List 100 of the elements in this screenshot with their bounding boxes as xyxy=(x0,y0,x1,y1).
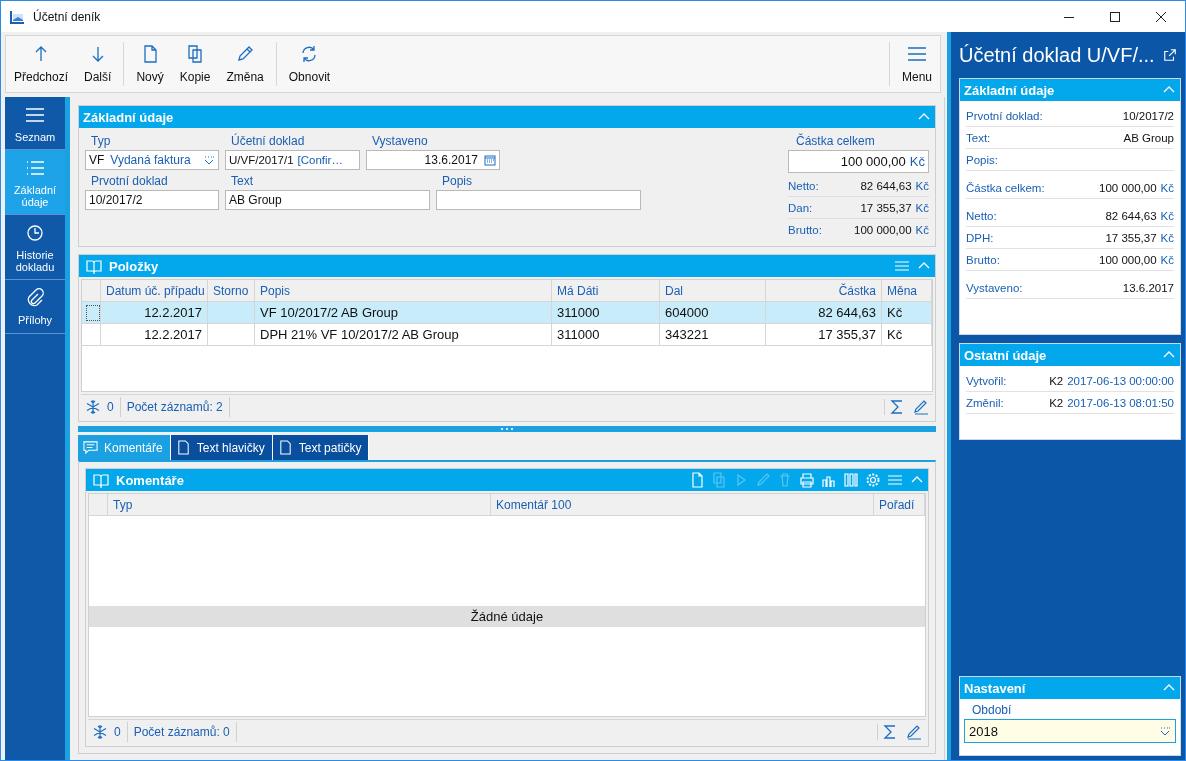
summary-value: 100 000,00 xyxy=(854,223,912,236)
column-header[interactable]: Popis xyxy=(254,280,552,302)
column-header[interactable]: Částka xyxy=(765,280,882,302)
list-icon xyxy=(25,105,45,125)
period-dropdown[interactable]: 2018 xyxy=(964,719,1176,743)
input-field[interactable]: VF Vydaná faktura xyxy=(85,150,219,170)
toolbar-button[interactable]: Kopie xyxy=(171,36,219,92)
user-name: K2 xyxy=(1049,396,1064,409)
column-header[interactable]: Má Dáti xyxy=(551,280,660,302)
input-field[interactable]: 13.6.2017 xyxy=(366,150,500,170)
info-label: Částka celkem: xyxy=(966,181,1045,194)
column-header[interactable]: Komentář 100 xyxy=(490,494,874,516)
field-label: Prvotní doklad xyxy=(90,174,169,189)
table-cell: 12.2.2017 xyxy=(144,327,202,342)
field-label: Účetní doklad xyxy=(230,134,306,149)
currency-label: Kč xyxy=(915,201,929,214)
field-label: Typ xyxy=(90,134,112,149)
currency-label: Kč xyxy=(915,179,929,192)
table-cell: 17 355,37 xyxy=(818,327,876,342)
table-row[interactable]: 12.2.2017 VF 10/2017/2 AB Group 311000 604000 82 644,63 Kč xyxy=(82,301,932,324)
clip-icon xyxy=(25,288,45,309)
table-cell: 604000 xyxy=(665,305,709,320)
record-count: Počet záznamů: 0 xyxy=(127,722,237,742)
summary-label: Netto: xyxy=(788,179,819,192)
filter-count: 0 xyxy=(105,397,121,417)
info-value: 82 644,63 xyxy=(1105,209,1157,222)
user-name: K2 xyxy=(1049,374,1064,387)
menu-button[interactable]: Menu xyxy=(893,36,940,92)
info-value: 13.6.2017 xyxy=(1122,281,1174,294)
input-field[interactable]: AB Group xyxy=(225,190,430,210)
clock-icon xyxy=(25,223,45,244)
panel-title: Položky xyxy=(108,258,159,274)
toolbar-button[interactable]: Nový xyxy=(128,36,172,92)
info-label: DPH: xyxy=(966,231,994,244)
column-header[interactable]: Typ xyxy=(107,494,491,516)
info-label: Vystaveno: xyxy=(966,281,1023,294)
panel-title: Základní údaje xyxy=(82,109,174,125)
table-row[interactable]: 12.2.2017 DPH 21% VF 10/2017/2 AB Group 311000 343221 17 355,37 Kč xyxy=(82,323,932,346)
info-value: 17 355,37 xyxy=(1105,231,1157,244)
dropdown-icon xyxy=(1159,725,1171,737)
page-icon xyxy=(175,440,191,455)
window-title: Účetní deník xyxy=(33,9,101,24)
info-value: 100 000,00 xyxy=(1099,181,1157,194)
info-value: AB Group xyxy=(1123,131,1174,144)
comment-icon xyxy=(83,440,98,455)
table-cell: 311000 xyxy=(557,305,600,320)
field-label: Popis xyxy=(441,174,474,189)
column-header[interactable]: Dal xyxy=(659,280,766,302)
column-header[interactable]: Pořadí xyxy=(873,494,925,516)
menu-icon xyxy=(907,44,927,64)
currency-label: Kč xyxy=(1160,209,1174,222)
toolbar-button[interactable]: Obnovit xyxy=(280,36,339,92)
info-value: 10/2017/2 xyxy=(1122,109,1174,122)
info-label: Text: xyxy=(966,131,991,144)
info-label: Vytvořil: xyxy=(966,374,1007,387)
tab[interactable]: Text hlavičky xyxy=(170,435,273,460)
info-label: Prvotní doklad: xyxy=(966,109,1043,122)
dropdown-icon xyxy=(203,154,215,166)
panel-title: Nastavení xyxy=(963,680,1026,696)
input-field[interactable]: 100 000,00 Kč xyxy=(788,150,929,173)
panel-title: Základní údaje xyxy=(963,82,1055,98)
maximize-icon[interactable] xyxy=(1109,10,1121,23)
calendar-icon xyxy=(484,154,496,166)
toolbar-button[interactable]: Změna xyxy=(218,36,272,92)
summary-value: 82 644,63 xyxy=(860,179,912,192)
panel-title: Komentáře xyxy=(115,472,184,488)
toolbar-button[interactable]: Předchozí xyxy=(6,36,77,92)
record-count: Počet záznamů: 2 xyxy=(120,397,230,417)
summary-label: Brutto: xyxy=(788,223,822,236)
tab[interactable]: Text patičky xyxy=(272,435,370,460)
table-cell: 343221 xyxy=(665,327,709,342)
toolbar-button[interactable]: Další xyxy=(76,36,120,92)
info-label: Netto: xyxy=(966,209,997,222)
filter-count: 0 xyxy=(112,722,128,742)
column-header[interactable]: Datum úč. případu xyxy=(100,280,208,302)
info-label: Popis: xyxy=(966,153,998,166)
currency-label: Kč xyxy=(915,223,929,236)
info-label: Brutto: xyxy=(966,253,1000,266)
table-cell: Kč xyxy=(887,327,903,342)
info-label: Změnil: xyxy=(966,396,1004,409)
field-label: Období xyxy=(971,703,1013,719)
currency-label: Kč xyxy=(1160,253,1174,266)
timestamp: 2017-06-13 00:00:00 xyxy=(1067,374,1174,387)
table-cell: DPH 21% VF 10/2017/2 AB Group xyxy=(260,327,459,342)
input-field[interactable]: 10/2017/2 xyxy=(85,190,219,210)
table-cell: 311000 xyxy=(557,327,600,342)
table-cell: 12.2.2017 xyxy=(144,305,202,320)
currency-label: Kč xyxy=(1160,231,1174,244)
field-label: Částka celkem xyxy=(795,134,876,149)
column-header[interactable]: Storno xyxy=(207,280,255,302)
book-icon xyxy=(83,258,105,274)
info-value: 100 000,00 xyxy=(1099,253,1157,266)
open-external-icon[interactable] xyxy=(1163,48,1177,62)
close-icon[interactable] xyxy=(1155,10,1167,23)
panel-title: Ostatní údaje xyxy=(963,347,1047,363)
input-field[interactable] xyxy=(436,190,641,210)
input-field[interactable]: U/VF/2017/1 [Confir… xyxy=(225,150,360,170)
page-icon xyxy=(277,440,293,455)
column-header[interactable]: Měna xyxy=(881,280,932,302)
timestamp: 2017-06-13 08:01:50 xyxy=(1067,396,1174,409)
